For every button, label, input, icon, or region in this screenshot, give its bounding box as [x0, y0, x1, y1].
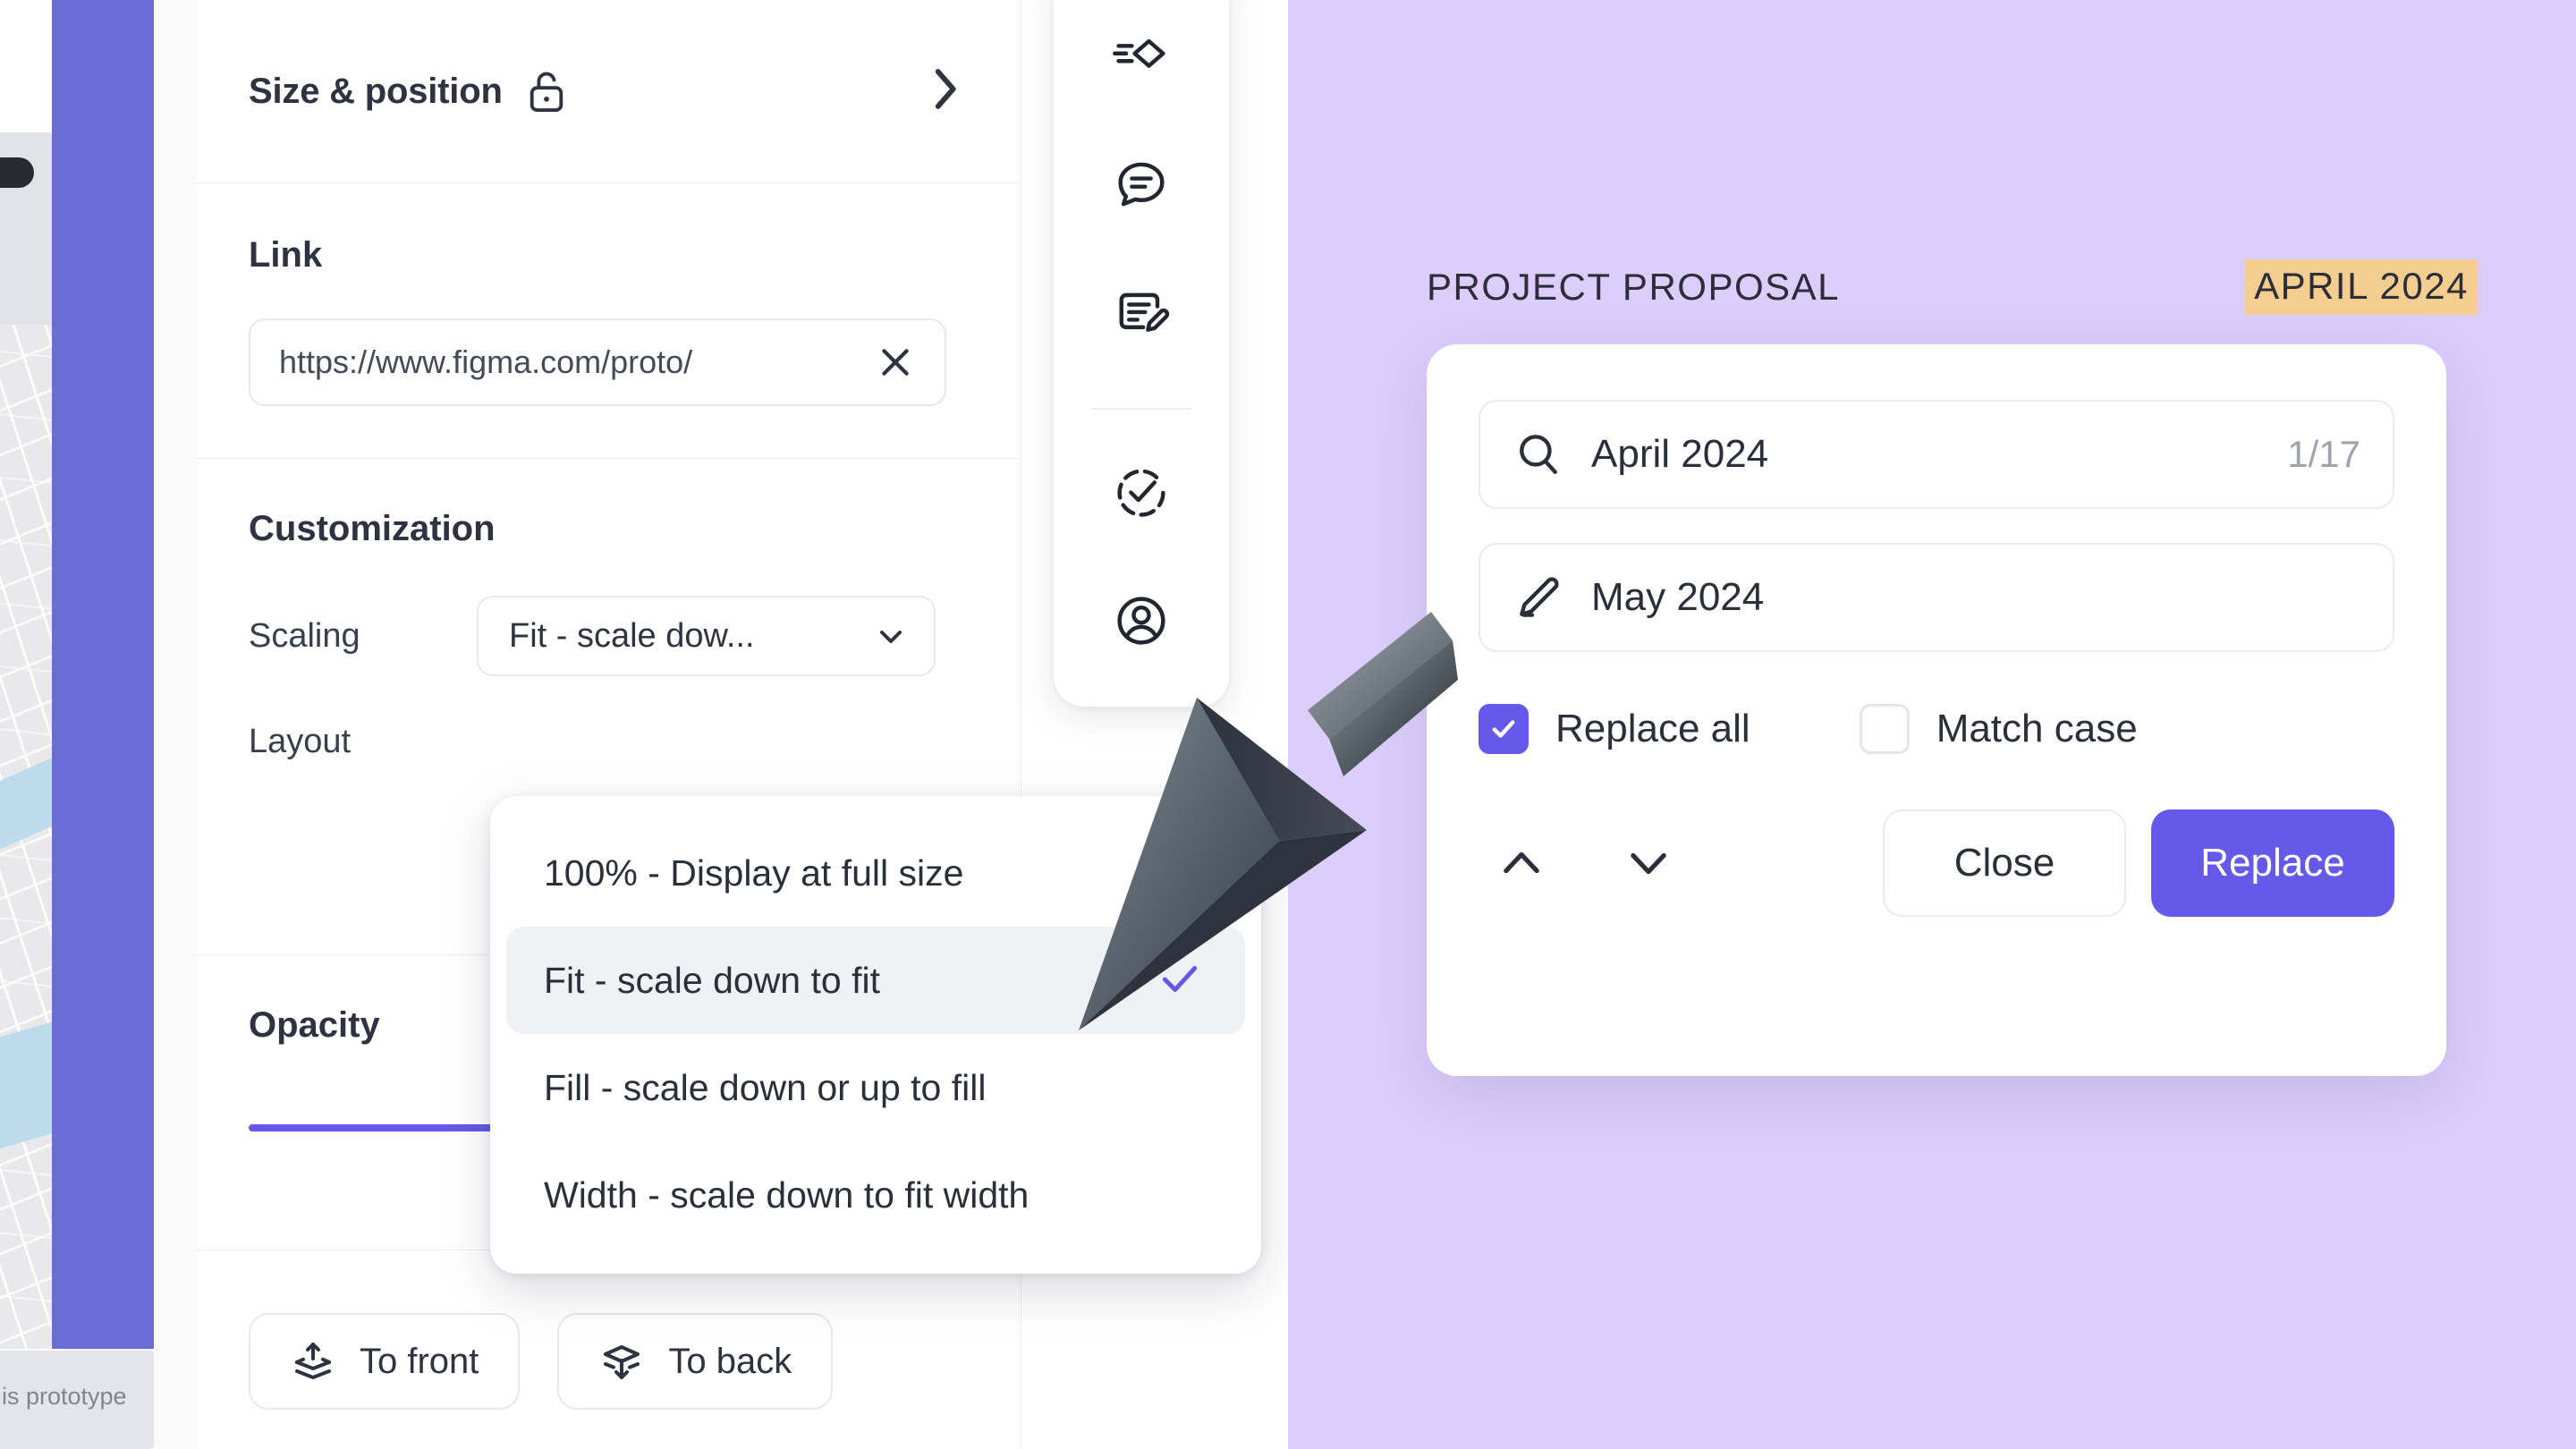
note-tool[interactable] [1093, 271, 1190, 356]
chevron-up-icon [1504, 852, 1539, 874]
app-stage: ults GRAND TO AM Treze aio ANTO SÉ ASÍLI… [0, 0, 2576, 1449]
profile-tool[interactable] [1093, 579, 1190, 664]
match-count: 1/17 [2287, 433, 2360, 475]
shape-diamond-icon [1113, 38, 1165, 68]
replace-button[interactable]: Replace [2151, 809, 2394, 917]
prototype-tab[interactable]: is prototype [0, 1351, 154, 1449]
close-icon[interactable] [871, 343, 919, 381]
user-circle-icon [1117, 597, 1165, 645]
dropdown-option-fill[interactable]: Fill - scale down or up to fill [506, 1034, 1245, 1141]
pencil-icon [1520, 577, 1559, 617]
shape-tool[interactable] [1093, 14, 1190, 99]
prototype-tab-label: is prototype [2, 1383, 127, 1410]
match-case-label: Match case [1936, 707, 2138, 750]
dropdown-option-100[interactable]: 100% - Display at full size [506, 819, 1245, 927]
unlock-icon[interactable] [526, 68, 567, 114]
design-canvas: PROJECT PROPOSAL APRIL 2024 April 2024 1… [1288, 0, 2576, 1449]
next-match-button[interactable] [1606, 820, 1691, 906]
comment-bubble-icon [1118, 162, 1165, 207]
find-input-value: April 2024 [1591, 432, 1769, 476]
scaling-row: Scaling Fit - scale dow... [249, 596, 969, 676]
chevron-right-icon[interactable] [929, 65, 960, 118]
to-back-button[interactable]: To back [557, 1313, 834, 1410]
find-input[interactable]: April 2024 1/17 [1479, 400, 2394, 509]
scaling-label: Scaling [249, 616, 360, 655]
document-title: PROJECT PROPOSAL [1427, 266, 1841, 308]
checkbox-box [1859, 704, 1910, 754]
document-date-highlight: APRIL 2024 [2245, 259, 2478, 315]
scaling-dropdown-menu: 100% - Display at full size Fit - scale … [490, 796, 1261, 1274]
replace-input[interactable]: May 2024 [1479, 543, 2394, 652]
customization-heading: Customization [249, 509, 496, 548]
link-section: Link https://www.figma.com/proto/ [197, 183, 1021, 459]
to-front-label: To front [360, 1341, 479, 1381]
replace-button-label: Replace [2200, 841, 2345, 885]
replace-input-value: May 2024 [1591, 575, 1765, 619]
dropdown-option-label: Fit - scale down to fit [544, 959, 880, 1001]
find-replace-dialog: April 2024 1/17 May 2024 Replace all Mat… [1427, 344, 2446, 1076]
find-replace-actions: Close Replace [1479, 809, 2394, 917]
check-icon [1157, 956, 1202, 1005]
toolbar-divider [1091, 407, 1191, 410]
link-input-value: https://www.figma.com/proto/ [279, 343, 693, 380]
dropdown-option-label: 100% - Display at full size [544, 852, 964, 894]
dropdown-option-width[interactable]: Width - scale down to fit width [506, 1141, 1245, 1249]
comment-tool[interactable] [1093, 142, 1190, 227]
dropdown-option-label: Fill - scale down or up to fill [544, 1066, 987, 1108]
close-button-label: Close [1953, 841, 2055, 885]
chevron-down-icon [1631, 852, 1666, 875]
vertical-toolbar [1054, 0, 1229, 707]
close-button[interactable]: Close [1883, 809, 2126, 917]
chevron-down-icon [880, 631, 902, 643]
left-preview-strip: ults GRAND TO AM Treze aio ANTO SÉ ASÍLI… [0, 0, 154, 1449]
panel-gutter [154, 0, 197, 1449]
size-position-section[interactable]: Size & position [197, 0, 1021, 183]
dropdown-option-label: Width - scale down to fit width [544, 1174, 1030, 1216]
to-back-label: To back [668, 1341, 792, 1381]
replace-all-checkbox[interactable]: Replace all [1479, 704, 1750, 754]
checkbox-box [1479, 704, 1529, 754]
size-position-title: Size & position [249, 71, 503, 111]
scaling-select[interactable]: Fit - scale dow... [477, 596, 936, 676]
phone-notch [0, 157, 34, 188]
order-section: To front To back [197, 1250, 1021, 1410]
purple-accent-bar [52, 0, 154, 1349]
task-tool[interactable] [1093, 451, 1190, 536]
search-icon [1520, 435, 1557, 474]
replace-all-label: Replace all [1555, 707, 1750, 750]
find-replace-options: Replace all Match case [1479, 704, 2394, 754]
note-edit-icon [1119, 292, 1170, 332]
task-check-icon [1117, 469, 1165, 517]
match-case-checkbox[interactable]: Match case [1859, 704, 2138, 754]
layers-to-back-icon [604, 1345, 640, 1379]
scaling-select-value: Fit - scale dow... [509, 616, 755, 655]
layout-label: Layout [249, 723, 352, 760]
dropdown-option-fit[interactable]: Fit - scale down to fit [506, 927, 1245, 1034]
prev-match-button[interactable] [1479, 820, 1564, 906]
to-front-button[interactable]: To front [249, 1313, 521, 1410]
link-heading: Link [249, 235, 323, 275]
document-header: PROJECT PROPOSAL APRIL 2024 [1427, 259, 2478, 315]
link-input[interactable]: https://www.figma.com/proto/ [249, 318, 946, 406]
layers-to-front-icon [295, 1343, 331, 1379]
layout-row: Layout [249, 723, 969, 761]
